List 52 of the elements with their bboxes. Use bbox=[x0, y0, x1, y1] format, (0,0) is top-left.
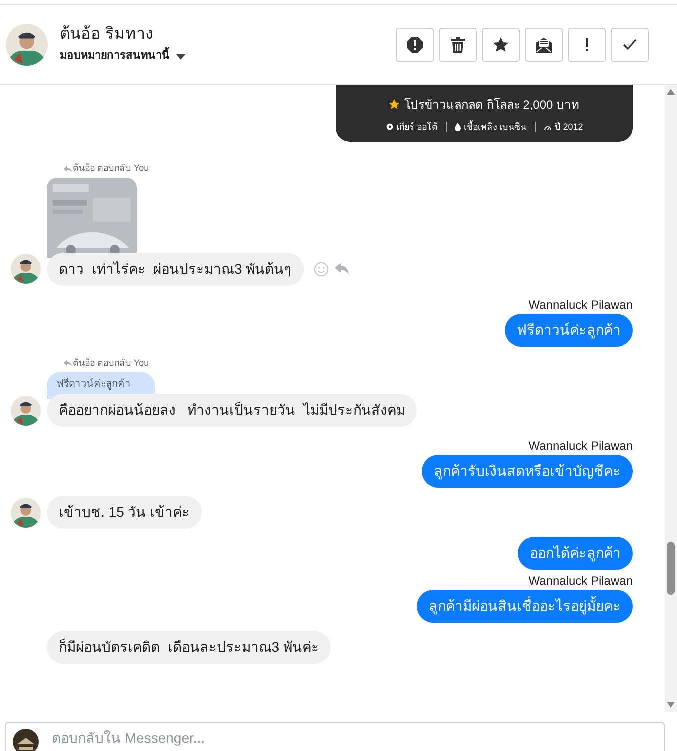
exclamation-icon bbox=[585, 38, 589, 52]
outgoing-message: ฟรีดาวน์ค่ะลูกค้า bbox=[505, 314, 633, 346]
outgoing-message: ลูกค้ามีผ่อนสินเชื่ออะไรอยู่มั้ยคะ bbox=[417, 590, 633, 623]
scroll-thumb[interactable] bbox=[667, 542, 675, 595]
incoming-message: คืออยากผ่อนน้อยลง ทำงานเป็นรายวัน ไม่มีประกันสังคม bbox=[47, 394, 418, 427]
reply-icon bbox=[64, 360, 72, 366]
gauge-icon bbox=[544, 124, 552, 130]
drop-icon bbox=[455, 123, 462, 132]
done-button[interactable] bbox=[611, 28, 649, 62]
unread-button[interactable] bbox=[525, 28, 563, 62]
trash-icon bbox=[451, 36, 465, 52]
quoted-text: ฟรีดาวน์ค่ะลูกค้า bbox=[57, 379, 131, 390]
spam-button[interactable] bbox=[396, 28, 434, 62]
outgoing-message: ออกได้ค่ะลูกค้า bbox=[518, 537, 633, 570]
sender-name: Wannaluck Pilawan bbox=[528, 439, 633, 453]
avatar bbox=[11, 498, 41, 528]
incoming-message: ก็มีผ่อนบัตรเคดิต เดือนละประมาณ3 พันค่ะ bbox=[47, 631, 332, 664]
checkmark-icon bbox=[623, 38, 637, 50]
promo-text: โปรข้าวแลกลด กิโลละ 2,000 บาท bbox=[404, 96, 580, 114]
reply-label: ต้นอ้อ ตอบกลับ You bbox=[73, 356, 150, 370]
reply-icon[interactable] bbox=[335, 263, 350, 275]
outgoing-message: ลูกค้ารับเงินสดหรือเข้าบัญชีคะ bbox=[422, 455, 633, 488]
caret-icon bbox=[176, 54, 186, 60]
spec-label: เกียร์ ออโต้ bbox=[396, 120, 438, 134]
delete-button[interactable] bbox=[439, 28, 477, 62]
assign-label: มอบหมายการสนทนานี้ bbox=[60, 48, 170, 65]
important-button[interactable] bbox=[568, 28, 606, 62]
contact-name: ต้นอ้อ ริมทาง bbox=[60, 24, 154, 46]
scrollbar[interactable] bbox=[665, 85, 677, 712]
avatar bbox=[6, 24, 48, 66]
reply-field[interactable]: ตอบกลับใน Messenger... bbox=[5, 722, 665, 751]
page-avatar bbox=[13, 729, 39, 751]
spec-label: ปี 2012 bbox=[554, 120, 584, 134]
scroll-up-icon[interactable] bbox=[667, 89, 675, 95]
star-button[interactable] bbox=[482, 28, 520, 62]
assign-dropdown[interactable]: มอบหมายการสนทนานี้ bbox=[60, 48, 396, 65]
avatar bbox=[11, 254, 41, 284]
spec-label: เชื้อเพลิง เบนซิน bbox=[464, 120, 527, 134]
reply-icon bbox=[64, 166, 72, 172]
envelope-icon bbox=[536, 36, 552, 52]
scroll-down-icon[interactable] bbox=[667, 702, 675, 708]
gear-icon bbox=[386, 123, 394, 132]
incoming-message: ดาว เท่าไร่คะ ผ่อนประมาณ3 พันต้นๆ bbox=[47, 252, 304, 286]
smiley-icon[interactable] bbox=[314, 262, 330, 276]
sender-name: Wannaluck Pilawan bbox=[528, 298, 633, 312]
star-icon bbox=[389, 99, 400, 110]
incoming-message: เข้าบช. 15 วัน เข้าค่ะ bbox=[47, 496, 202, 529]
alert-octagon-icon bbox=[407, 36, 423, 52]
avatar bbox=[11, 396, 41, 426]
reply-label: ต้นอ้อ ตอบกลับ You bbox=[73, 162, 150, 175]
sender-name: Wannaluck Pilawan bbox=[528, 574, 633, 588]
star-icon bbox=[493, 36, 509, 52]
